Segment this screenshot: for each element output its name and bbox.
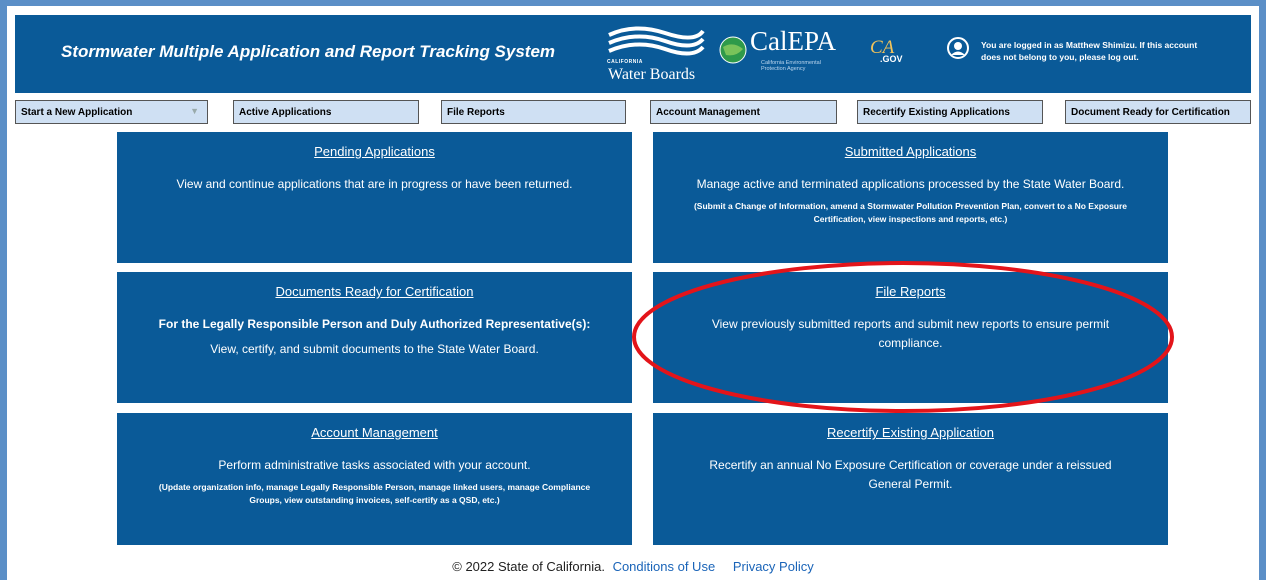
tile-documents-ready-for-certification[interactable]: Documents Ready for Certification For th… <box>117 272 632 403</box>
tile-recertify-title[interactable]: Recertify Existing Application <box>693 425 1128 440</box>
nav-recertify-existing-applications-label: Recertify Existing Applications <box>863 107 1010 118</box>
conditions-of-use-link[interactable]: Conditions of Use <box>613 559 716 574</box>
tile-documents-desc: View, certify, and submit documents to t… <box>210 342 539 356</box>
tile-file-reports-desc: View previously submitted reports and su… <box>711 317 1110 350</box>
nav-recertify-existing-applications[interactable]: Recertify Existing Applications <box>857 100 1043 124</box>
page-footer: © 2022 State of California. Conditions o… <box>0 559 1266 574</box>
tile-pending-applications[interactable]: Pending Applications View and continue a… <box>117 132 632 263</box>
chevron-down-icon: ▼ <box>190 106 199 116</box>
tile-documents-bold: For the Legally Responsible Person and D… <box>158 317 591 331</box>
tile-submitted-applications-note: (Submit a Change of Information, amend a… <box>693 201 1128 224</box>
tile-pending-applications-title[interactable]: Pending Applications <box>157 144 592 159</box>
nav-active-applications[interactable]: Active Applications <box>233 100 419 124</box>
login-message: You are logged in as Matthew Shimizu. If… <box>981 40 1198 62</box>
water-boards-text: Water Boards <box>608 66 696 83</box>
nav-account-management-label: Account Management <box>656 107 760 118</box>
tile-recertify-desc: Recertify an annual No Exposure Certific… <box>709 458 1112 491</box>
water-waves-icon <box>608 26 705 56</box>
cagov-logo[interactable]: CA .GOV <box>870 37 910 77</box>
cagov-gov-text: .GOV <box>880 54 903 64</box>
calepa-globe-icon <box>719 36 747 64</box>
app-title: Stormwater Multiple Application and Repo… <box>61 42 556 61</box>
tile-submitted-applications-desc: Manage active and terminated application… <box>696 177 1125 191</box>
nav-start-new-application-label: Start a New Application <box>21 107 133 118</box>
user-icon[interactable] <box>947 37 969 59</box>
nav-active-applications-label: Active Applications <box>239 107 332 118</box>
tile-file-reports[interactable]: File Reports View previously submitted r… <box>653 272 1168 403</box>
tile-documents-title[interactable]: Documents Ready for Certification <box>157 284 592 299</box>
water-boards-logo[interactable]: CALIFORNIA Water Boards <box>605 25 705 87</box>
privacy-policy-link[interactable]: Privacy Policy <box>733 559 814 574</box>
water-boards-small-text: CALIFORNIA <box>607 59 643 65</box>
tile-submitted-applications[interactable]: Submitted Applications Manage active and… <box>653 132 1168 263</box>
nav-file-reports-label: File Reports <box>447 107 505 118</box>
tile-account-management-title[interactable]: Account Management <box>157 425 592 440</box>
nav-document-ready-for-certification[interactable]: Document Ready for Certification <box>1065 100 1251 124</box>
tile-account-management[interactable]: Account Management Perform administrativ… <box>117 413 632 545</box>
tile-recertify-existing-application[interactable]: Recertify Existing Application Recertify… <box>653 413 1168 545</box>
main-nav: Start a New Application ▼ Active Applica… <box>15 100 1251 124</box>
nav-account-management[interactable]: Account Management <box>650 100 837 124</box>
site-header: Stormwater Multiple Application and Repo… <box>15 15 1251 93</box>
nav-file-reports[interactable]: File Reports <box>441 100 626 124</box>
calepa-logo[interactable]: CalEPA California Environmental Protecti… <box>718 26 858 79</box>
tile-pending-applications-desc: View and continue applications that are … <box>176 177 573 191</box>
calepa-subtitle: California Environmental Protection Agen… <box>761 60 821 72</box>
tile-account-management-desc: Perform administrative tasks associated … <box>218 458 531 472</box>
tile-file-reports-title[interactable]: File Reports <box>693 284 1128 299</box>
calepa-name: CalEPA <box>750 26 837 56</box>
nav-start-new-application[interactable]: Start a New Application ▼ <box>15 100 208 124</box>
nav-document-ready-for-certification-label: Document Ready for Certification <box>1071 107 1230 118</box>
tile-submitted-applications-title[interactable]: Submitted Applications <box>693 144 1128 159</box>
footer-copyright: © 2022 State of California. <box>452 559 605 574</box>
tile-account-management-note: (Update organization info, manage Legall… <box>158 482 591 505</box>
